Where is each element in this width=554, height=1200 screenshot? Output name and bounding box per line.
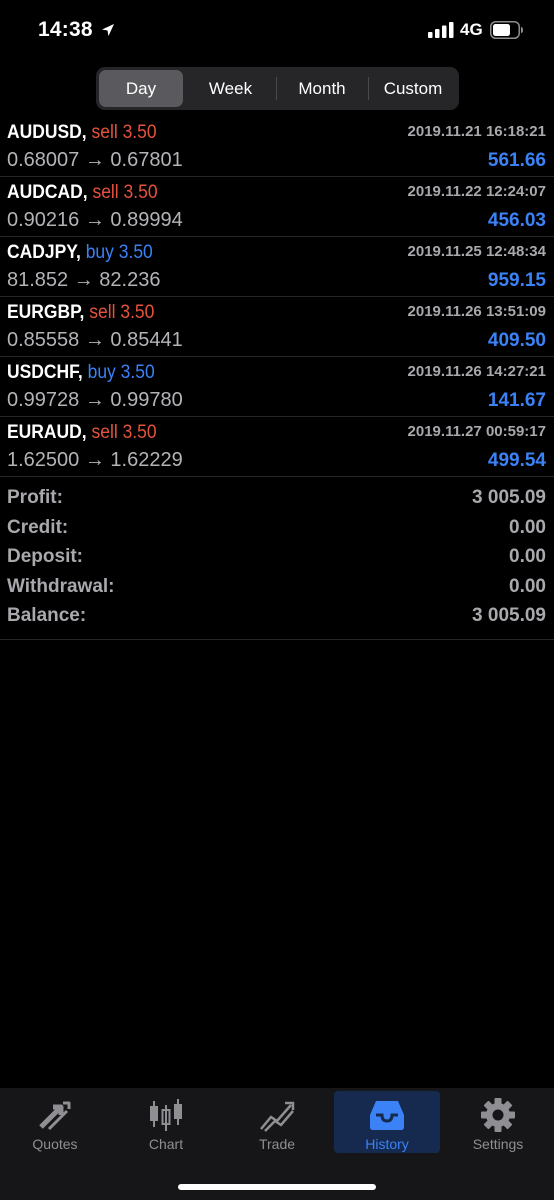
trade-side: sell <box>92 182 119 203</box>
period-segmented-control: Day Week Month Custom <box>96 67 459 110</box>
tab-label: Settings <box>472 1136 524 1152</box>
summary-value: 0.00 <box>509 575 546 597</box>
trade-side: buy <box>85 242 114 263</box>
trade-side: sell <box>89 302 116 323</box>
trade-date: 2019.11.26 14:27:21 <box>407 363 546 380</box>
summary-label: Withdrawal: <box>7 575 115 597</box>
tab-chart[interactable]: Chart <box>113 1091 219 1153</box>
trade-side: buy <box>87 362 116 383</box>
gear-icon <box>481 1098 515 1132</box>
trade-date: 2019.11.27 00:59:17 <box>407 423 546 440</box>
trade-date: 2019.11.25 12:48:34 <box>407 243 546 260</box>
trade-volume: 3.50 <box>118 242 153 263</box>
tab-trade[interactable]: Trade <box>224 1091 330 1153</box>
trade-date: 2019.11.22 12:24:07 <box>407 183 546 200</box>
tab-month[interactable]: Month <box>277 70 367 107</box>
summary-label: Profit: <box>7 487 63 508</box>
trade-profit: 456.03 <box>487 210 546 231</box>
tab-label: Trade <box>258 1136 296 1152</box>
summary-row-withdrawal: Withdrawal: 0.00 <box>0 572 554 602</box>
trade-volume: 3.50 <box>122 422 157 443</box>
trade-date: 2019.11.21 16:18:21 <box>407 123 546 140</box>
home-indicator[interactable] <box>178 1184 376 1190</box>
summary-row-balance: Balance: 3 005.09 <box>0 601 554 631</box>
summary-label: Deposit: <box>7 546 83 567</box>
summary-row-credit: Credit: 0.00 <box>0 513 554 543</box>
tab-history[interactable]: History <box>334 1091 440 1153</box>
trade-row[interactable]: EURAUD, sell 3.50 2019.11.27 00:59:17 1.… <box>0 417 554 477</box>
trade-profit: 409.50 <box>487 330 546 351</box>
trade-symbol: EURAUD, <box>7 422 87 443</box>
trade-volume: 3.50 <box>120 362 155 383</box>
status-bar: 14:38 4G <box>0 0 554 62</box>
location-arrow-icon <box>102 24 114 36</box>
trade-profit: 141.67 <box>487 390 546 411</box>
quotes-arrows-icon <box>39 1101 71 1131</box>
trade-volume: 3.50 <box>122 122 157 143</box>
trade-profit: 561.66 <box>487 150 546 171</box>
trade-prices: 0.90216 → 0.89994 <box>7 209 183 231</box>
trade-prices: 1.62500 → 1.62229 <box>7 449 183 471</box>
trade-symbol: AUDUSD, <box>7 122 87 143</box>
tab-label: History <box>365 1136 409 1152</box>
trade-prices: 0.85558 → 0.85441 <box>7 329 183 351</box>
trade-volume: 3.50 <box>120 302 155 323</box>
trade-row[interactable]: CADJPY, buy 3.50 2019.11.25 12:48:34 81.… <box>0 237 554 297</box>
candlestick-icon <box>150 1099 182 1131</box>
trade-profit: 499.54 <box>487 450 546 471</box>
trade-profit: 959.15 <box>487 270 546 291</box>
trade-prices: 81.852 → 82.236 <box>7 269 161 291</box>
trade-row[interactable]: AUDCAD, sell 3.50 2019.11.22 12:24:07 0.… <box>0 177 554 237</box>
trade-row[interactable]: AUDUSD, sell 3.50 2019.11.21 16:18:21 0.… <box>0 117 554 177</box>
summary-label: Balance: <box>7 605 87 626</box>
trade-symbol: USDCHF, <box>7 362 83 383</box>
summary-value: 3 005.09 <box>472 487 546 508</box>
trade-row[interactable]: EURGBP, sell 3.50 2019.11.26 13:51:09 0.… <box>0 297 554 357</box>
bottom-tab-bar: Quotes Chart Trade History Settings <box>0 1088 554 1200</box>
trade-chart-icon <box>260 1101 295 1132</box>
trade-prices: 0.99728 → 0.99780 <box>7 389 183 411</box>
summary-value: 3 005.09 <box>472 605 546 626</box>
trade-symbol: AUDCAD, <box>7 182 88 203</box>
trade-row[interactable]: USDCHF, buy 3.50 2019.11.26 14:27:21 0.9… <box>0 357 554 417</box>
tab-day[interactable]: Day <box>99 70 183 107</box>
battery-icon <box>490 21 523 39</box>
tab-quotes[interactable]: Quotes <box>2 1091 108 1153</box>
account-summary: Profit: 3 005.09 Credit: 0.00 Deposit: 0… <box>0 483 554 640</box>
status-time: 14:38 <box>38 18 93 41</box>
inbox-tray-icon <box>370 1101 404 1130</box>
cellular-signal-icon <box>428 22 454 38</box>
trade-side: sell <box>91 422 118 443</box>
tab-label: Quotes <box>32 1136 78 1152</box>
trade-side: sell <box>91 122 118 143</box>
tab-settings[interactable]: Settings <box>445 1091 551 1153</box>
tab-label: Chart <box>148 1136 184 1152</box>
network-type: 4G <box>460 20 483 39</box>
trade-date: 2019.11.26 13:51:09 <box>407 303 546 320</box>
summary-value: 0.00 <box>509 546 546 567</box>
summary-row-profit: Profit: 3 005.09 <box>0 483 554 513</box>
trade-prices: 0.68007 → 0.67801 <box>7 149 183 171</box>
trade-history-list: AUDUSD, sell 3.50 2019.11.21 16:18:21 0.… <box>0 117 554 477</box>
trade-symbol: EURGBP, <box>7 302 85 323</box>
trade-volume: 3.50 <box>123 182 158 203</box>
trade-symbol: CADJPY, <box>7 242 81 263</box>
summary-value: 0.00 <box>509 516 546 538</box>
summary-label: Credit: <box>7 516 69 538</box>
tab-week[interactable]: Week <box>186 70 275 107</box>
summary-row-deposit: Deposit: 0.00 <box>0 542 554 572</box>
tab-custom[interactable]: Custom <box>369 70 457 107</box>
